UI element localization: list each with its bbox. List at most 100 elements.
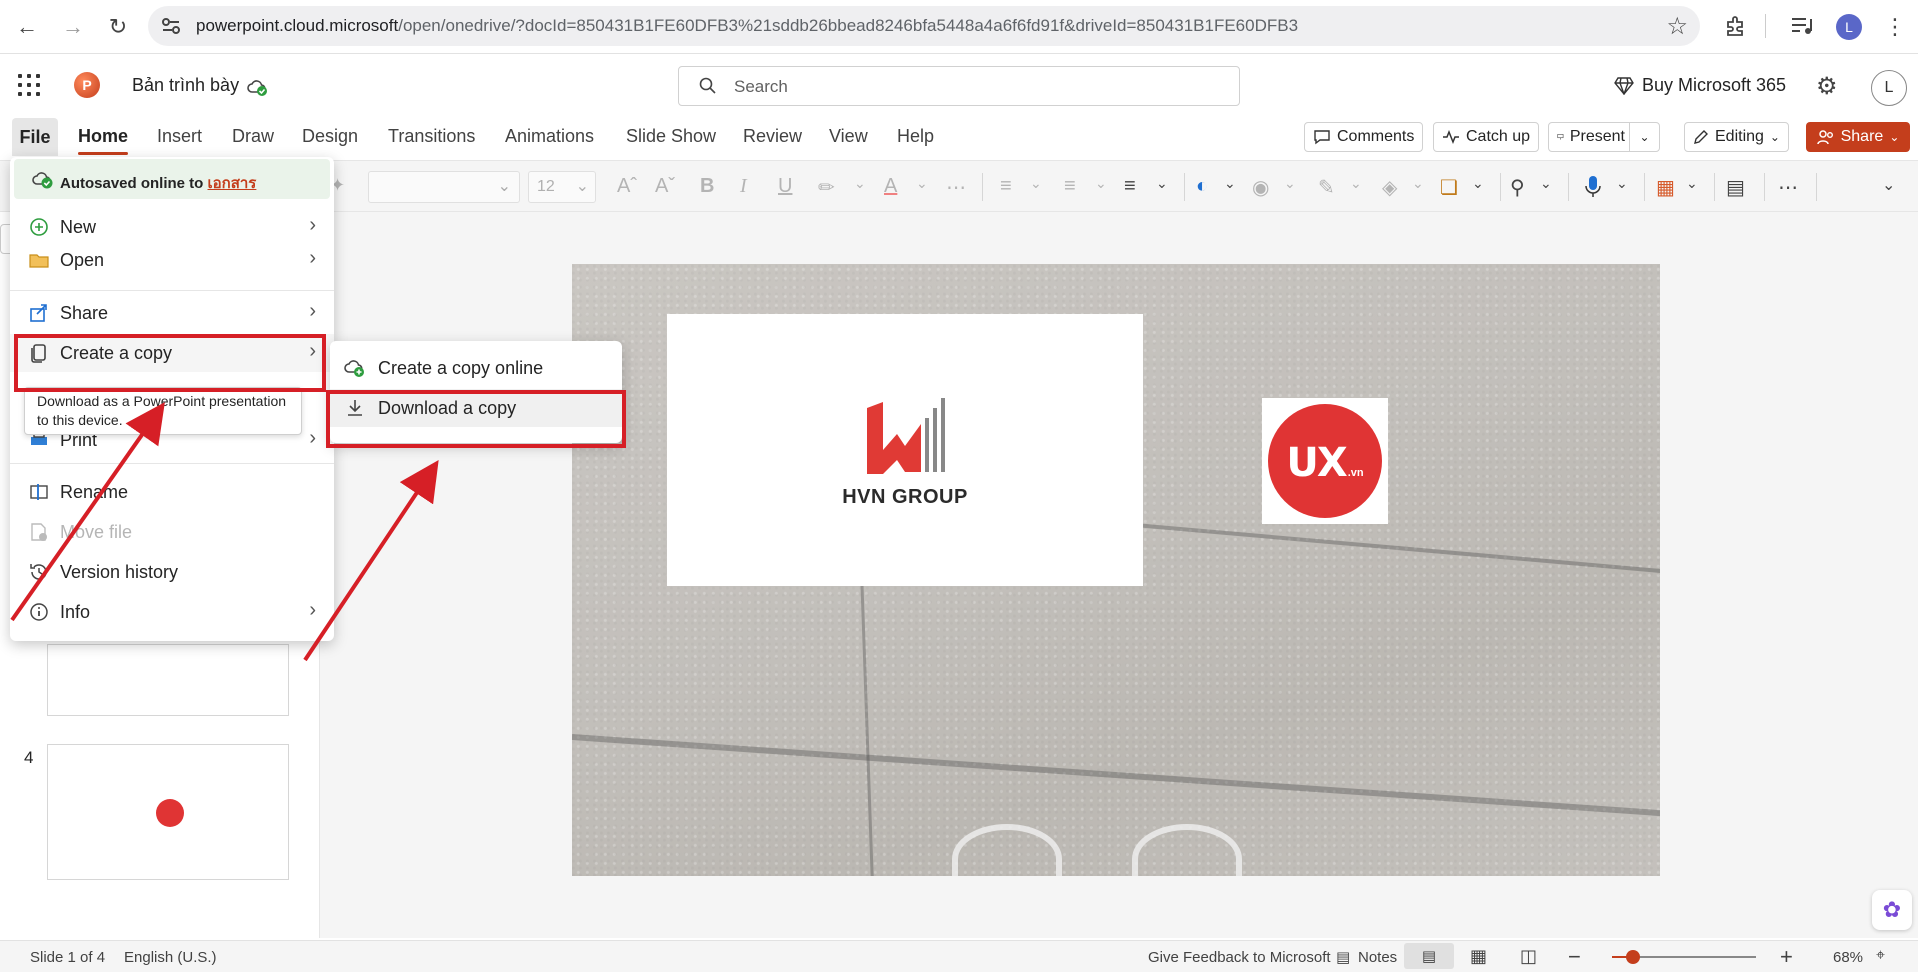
menu-item-info[interactable]: Info › bbox=[10, 593, 334, 631]
menu-item-create-a-copy-online[interactable]: Create a copy online bbox=[330, 349, 622, 387]
feedback-link[interactable]: Give Feedback to Microsoft bbox=[1148, 949, 1331, 966]
chevron-down-icon[interactable]: ⌄ bbox=[1686, 175, 1698, 192]
copilot-brain-icon[interactable]: ✿ bbox=[1872, 890, 1912, 930]
chevron-down-icon[interactable]: ⌄ bbox=[1224, 175, 1236, 192]
powerpoint-logo-icon[interactable]: P bbox=[74, 72, 100, 98]
tab-insert[interactable]: Insert bbox=[157, 126, 202, 147]
tab-review[interactable]: Review bbox=[743, 126, 802, 147]
chevron-down-icon[interactable]: ⌄ bbox=[1030, 175, 1042, 192]
zoom-level[interactable]: 68% bbox=[1833, 949, 1863, 966]
slide-thumbnail-4[interactable] bbox=[47, 744, 289, 880]
tab-slide-show[interactable]: Slide Show bbox=[626, 126, 716, 147]
chevron-down-icon[interactable]: ⌄ bbox=[916, 175, 928, 192]
notes-icon[interactable]: ▤ bbox=[1336, 948, 1350, 966]
autosave-location-link[interactable]: เอกสาร bbox=[208, 175, 257, 192]
language-indicator[interactable]: English (U.S.) bbox=[124, 949, 217, 966]
numbering-icon[interactable]: ≡ bbox=[1064, 175, 1076, 198]
menu-item-rename[interactable]: Rename bbox=[10, 473, 334, 511]
chevron-down-icon[interactable]: ⌄ bbox=[1472, 175, 1484, 192]
current-slide[interactable]: HVN GROUP UX .vn bbox=[572, 264, 1660, 876]
reload-icon[interactable]: ↻ bbox=[103, 12, 133, 42]
tab-animations[interactable]: Animations bbox=[505, 126, 594, 147]
chevron-down-icon[interactable]: ⌄ bbox=[1095, 175, 1107, 192]
tab-home[interactable]: Home bbox=[78, 126, 129, 155]
address-bar[interactable]: powerpoint.cloud.microsoft/open/onedrive… bbox=[148, 6, 1700, 46]
highlight-icon[interactable]: ✏ bbox=[818, 175, 835, 200]
chevron-down-icon[interactable]: ⌄ bbox=[1616, 175, 1628, 192]
arrange-icon[interactable]: ❏ bbox=[1440, 175, 1458, 200]
chevron-down-icon[interactable]: ⌄ bbox=[1412, 175, 1424, 192]
share-button[interactable]: Share ⌄ bbox=[1806, 122, 1910, 152]
extensions-icon[interactable] bbox=[1724, 14, 1748, 38]
align-icon[interactable]: ≡ bbox=[1124, 175, 1136, 198]
font-size-select[interactable]: 12 ⌄ bbox=[528, 171, 596, 203]
bullets-icon[interactable]: ≡ bbox=[1000, 175, 1012, 198]
zoom-out-icon[interactable]: − bbox=[1568, 944, 1581, 970]
ux-vn-logo[interactable]: UX .vn bbox=[1262, 398, 1388, 524]
menu-item-open[interactable]: Open › bbox=[10, 241, 334, 279]
notes-button[interactable]: Notes bbox=[1358, 949, 1397, 966]
url-text[interactable]: powerpoint.cloud.microsoft/open/onedrive… bbox=[196, 16, 1298, 36]
bookmark-star-icon[interactable]: ☆ bbox=[1666, 12, 1688, 41]
media-control-icon[interactable] bbox=[1790, 15, 1814, 37]
tab-draw[interactable]: Draw bbox=[232, 126, 274, 147]
more-options-icon[interactable]: ⋯ bbox=[1778, 175, 1798, 200]
designer-icon[interactable]: ▦ bbox=[1656, 175, 1675, 200]
present-dropdown-chevron-icon[interactable]: ⌄ bbox=[1629, 123, 1659, 151]
reading-view-icon[interactable]: ◫ bbox=[1520, 946, 1537, 967]
chevron-down-icon[interactable]: ⌄ bbox=[854, 175, 866, 192]
browser-profile-avatar[interactable]: L bbox=[1836, 14, 1862, 40]
dictate-mic-icon[interactable] bbox=[1584, 175, 1602, 199]
menu-item-version-history[interactable]: Version history bbox=[10, 553, 334, 591]
fit-to-window-icon[interactable]: ⌖ bbox=[1876, 947, 1885, 965]
shapes-icon[interactable]: ◐ bbox=[1196, 175, 1208, 198]
slide-sorter-icon[interactable]: ▦ bbox=[1470, 946, 1487, 967]
catch-up-button[interactable]: Catch up bbox=[1433, 122, 1540, 152]
font-family-select[interactable]: ⌄ bbox=[368, 171, 520, 203]
font-color-icon[interactable]: A bbox=[884, 175, 897, 198]
browser-menu-icon[interactable]: ⋮ bbox=[1880, 12, 1910, 42]
chevron-down-icon[interactable]: ⌄ bbox=[1540, 175, 1552, 192]
chevron-down-icon[interactable]: ⌄ bbox=[1284, 175, 1296, 192]
chevron-down-icon[interactable]: ⌄ bbox=[1350, 175, 1362, 192]
menu-item-share[interactable]: Share › bbox=[10, 294, 334, 332]
decrease-font-icon[interactable]: Aˇ bbox=[655, 175, 675, 198]
search-box[interactable]: Search bbox=[678, 66, 1240, 106]
site-settings-icon[interactable] bbox=[160, 15, 182, 37]
tab-view[interactable]: View bbox=[829, 126, 868, 147]
tab-design[interactable]: Design bbox=[302, 126, 358, 147]
find-icon[interactable]: ⚲ bbox=[1510, 175, 1525, 200]
new-slide-icon[interactable]: ▤ bbox=[1726, 175, 1745, 200]
expand-ribbon-chevron-icon[interactable]: ⌄ bbox=[1882, 175, 1895, 195]
normal-view-icon[interactable]: ▤ bbox=[1404, 943, 1454, 969]
bold-icon[interactable]: B bbox=[700, 175, 714, 198]
shape-effects-icon[interactable]: ◈ bbox=[1382, 175, 1397, 200]
shape-outline-icon[interactable]: ✎ bbox=[1318, 175, 1335, 200]
tab-transitions[interactable]: Transitions bbox=[388, 126, 475, 147]
tab-help[interactable]: Help bbox=[897, 126, 934, 147]
shape-fill-icon[interactable]: ◉ bbox=[1252, 175, 1269, 200]
increase-font-icon[interactable]: Aˆ bbox=[617, 175, 637, 198]
chevron-down-icon[interactable]: ⌄ bbox=[1156, 175, 1168, 192]
gear-icon[interactable]: ⚙ bbox=[1816, 72, 1838, 101]
app-launcher-icon[interactable] bbox=[18, 74, 40, 96]
user-avatar[interactable]: L bbox=[1871, 70, 1907, 106]
buy-microsoft-button[interactable]: Buy Microsoft 365 bbox=[1614, 75, 1786, 96]
document-title[interactable]: Bản trình bày bbox=[132, 75, 239, 96]
zoom-slider-thumb[interactable] bbox=[1626, 950, 1640, 964]
hvn-group-logo[interactable]: HVN GROUP bbox=[667, 314, 1143, 586]
cloud-saved-icon[interactable] bbox=[246, 76, 268, 98]
underline-icon[interactable]: U bbox=[778, 175, 792, 198]
slide-thumbnail-3[interactable] bbox=[47, 644, 289, 716]
editing-mode-button[interactable]: Editing ⌄ bbox=[1684, 122, 1789, 152]
zoom-in-icon[interactable]: + bbox=[1780, 944, 1793, 970]
more-font-options-icon[interactable]: ⋯ bbox=[946, 175, 966, 200]
back-icon[interactable]: ← bbox=[12, 12, 42, 42]
comments-button[interactable]: Comments bbox=[1304, 122, 1424, 152]
font-size-value: 12 bbox=[537, 178, 555, 195]
present-button[interactable]: Present ⌄ bbox=[1548, 122, 1660, 152]
italic-icon[interactable]: I bbox=[740, 175, 747, 198]
menu-item-label: Version history bbox=[60, 562, 179, 582]
forward-icon[interactable]: → bbox=[58, 12, 88, 42]
info-icon bbox=[30, 603, 48, 621]
